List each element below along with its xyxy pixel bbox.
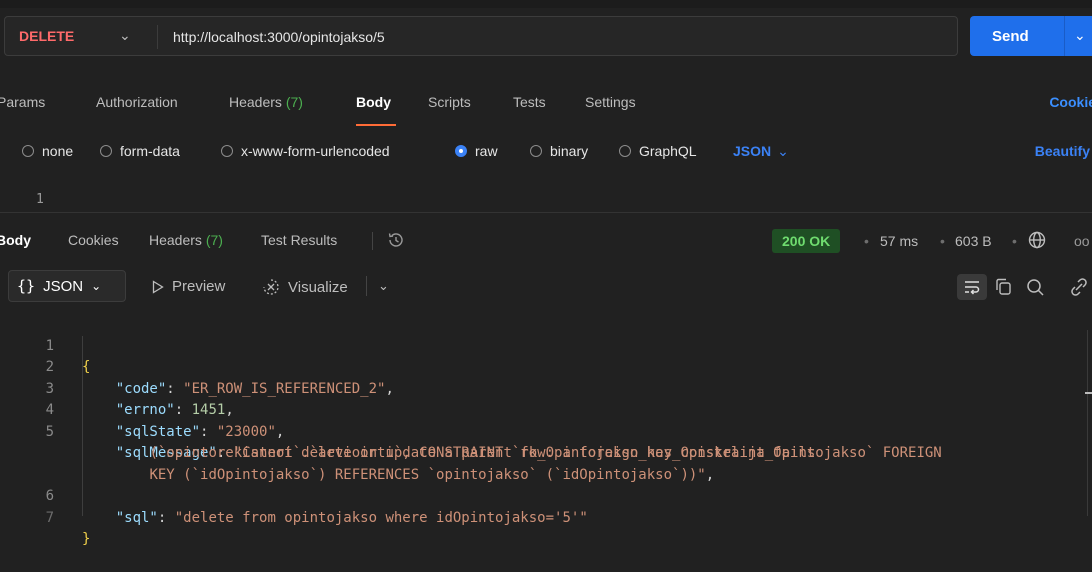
braces-icon: {} bbox=[17, 277, 36, 295]
radio-graphql[interactable]: GraphQL bbox=[619, 143, 697, 159]
radio-label: form-data bbox=[120, 143, 180, 159]
chevron-down-icon[interactable]: ⌄ bbox=[378, 278, 389, 294]
globe-icon[interactable] bbox=[1027, 230, 1047, 250]
tab-scripts[interactable]: Scripts bbox=[428, 94, 471, 110]
headers-count: (7) bbox=[205, 232, 223, 248]
radio-circle bbox=[22, 145, 34, 157]
response-format-select[interactable]: {} JSON ⌄ bbox=[8, 270, 126, 302]
tab-headers[interactable]: Headers (7) bbox=[229, 94, 303, 110]
separator-dot: • bbox=[864, 233, 869, 249]
history-icon[interactable] bbox=[386, 230, 406, 250]
tab-body[interactable]: Body bbox=[356, 94, 391, 110]
scrollbar-track[interactable] bbox=[1087, 330, 1088, 516]
tab-headers-label: Headers bbox=[229, 94, 282, 110]
separator-dot: • bbox=[1012, 233, 1017, 249]
code-text: "sql": "delete from opintojakso where id… bbox=[115, 509, 588, 526]
radio-circle bbox=[619, 145, 631, 157]
divider bbox=[157, 25, 158, 49]
close-brace: } bbox=[82, 531, 91, 547]
request-url-bar: DELETE ⌄ bbox=[4, 16, 958, 56]
line-number: 7 bbox=[45, 509, 54, 526]
chevron-down-icon: ⌄ bbox=[777, 143, 789, 159]
wrap-lines-button[interactable] bbox=[957, 274, 987, 300]
tab-test-results[interactable]: Test Results bbox=[261, 232, 337, 248]
radio-circle bbox=[100, 145, 112, 157]
window-top-strip bbox=[0, 0, 1092, 8]
tab-response-body[interactable]: Body bbox=[0, 232, 31, 248]
response-tabs: Body Cookies Headers (7) Test Results bbox=[0, 232, 1092, 254]
code-line: 5 "sqlMessage": "Cannot delete or update… bbox=[0, 400, 1092, 462]
cookies-link[interactable]: Cookie bbox=[1049, 94, 1092, 110]
play-icon bbox=[152, 279, 164, 294]
scrollbar-marker bbox=[1085, 392, 1092, 394]
chevron-down-icon: ⌄ bbox=[91, 279, 102, 293]
request-tabs: Params Authorization Headers (7) Body Sc… bbox=[0, 94, 1092, 126]
divider bbox=[372, 232, 373, 250]
code-line: 4 "sqlState": "23000", bbox=[0, 379, 1092, 440]
method-select[interactable]: DELETE bbox=[19, 28, 74, 44]
tab-authorization[interactable]: Authorization bbox=[96, 94, 178, 110]
code-line: 7 } bbox=[0, 486, 1092, 548]
separator-dot: • bbox=[940, 233, 945, 249]
chevron-down-icon[interactable]: ⌄ bbox=[119, 27, 131, 44]
response-format-label: JSON bbox=[43, 277, 84, 295]
divider bbox=[1064, 16, 1065, 56]
body-format-select[interactable]: JSON ⌄ bbox=[733, 143, 789, 160]
tab-response-cookies[interactable]: Cookies bbox=[68, 232, 119, 248]
copy-icon[interactable] bbox=[993, 276, 1015, 298]
tab-tests[interactable]: Tests bbox=[513, 94, 546, 110]
beautify-button[interactable]: Beautify bbox=[1035, 143, 1090, 159]
active-tab-indicator bbox=[356, 124, 396, 126]
radio-label: x-www-form-urlencoded bbox=[241, 143, 390, 159]
radio-circle bbox=[530, 145, 542, 157]
radio-circle-checked bbox=[455, 145, 467, 157]
response-size[interactable]: 603 B bbox=[955, 233, 992, 249]
code-line: 2 "code": "ER_ROW_IS_REFERENCED_2", bbox=[0, 336, 1092, 397]
radio-label: binary bbox=[550, 143, 589, 159]
code-line-wrapped: KEY (`idOpintojakso`) REFERENCES `opinto… bbox=[0, 443, 1092, 483]
radio-raw[interactable]: raw bbox=[455, 143, 498, 159]
body-type-options: none form-data x-www-form-urlencoded raw… bbox=[0, 143, 1092, 165]
radio-form-data[interactable]: form-data bbox=[100, 143, 180, 159]
preview-button[interactable]: Preview bbox=[152, 278, 225, 295]
tab-response-headers-label: Headers bbox=[149, 232, 202, 248]
editor-divider[interactable] bbox=[0, 212, 1092, 213]
visualize-icon bbox=[263, 279, 279, 295]
radio-label: GraphQL bbox=[639, 143, 697, 159]
tab-params[interactable]: Params bbox=[0, 94, 45, 110]
link-icon[interactable] bbox=[1068, 276, 1090, 298]
response-body-editor[interactable]: 1 { 2 "code": "ER_ROW_IS_REFERENCED_2", … bbox=[0, 314, 1092, 548]
radio-label: none bbox=[42, 143, 74, 159]
url-input[interactable] bbox=[173, 26, 933, 48]
json-key: "sql" bbox=[115, 509, 158, 526]
tab-settings[interactable]: Settings bbox=[585, 94, 636, 110]
chevron-down-icon[interactable]: ⌄ bbox=[1074, 27, 1086, 44]
radio-urlencoded[interactable]: x-www-form-urlencoded bbox=[221, 143, 390, 159]
preview-label: Preview bbox=[172, 278, 226, 295]
divider bbox=[366, 276, 367, 296]
visualize-button[interactable]: Visualize bbox=[262, 278, 348, 296]
code-line: 3 "errno": 1451, bbox=[0, 357, 1092, 419]
more-options-icon[interactable]: oo bbox=[1074, 233, 1090, 249]
code-line: 6 "sql": "delete from opintojakso where … bbox=[0, 465, 1092, 526]
status-badge[interactable]: 200 OK bbox=[772, 229, 841, 253]
code-line-wrapped: (`opintorekisteri`.`arviointi`, CONSTRAI… bbox=[0, 422, 1092, 461]
radio-binary[interactable]: binary bbox=[530, 143, 588, 159]
headers-count: (7) bbox=[285, 94, 303, 110]
send-label: Send bbox=[992, 27, 1029, 45]
response-time[interactable]: 57 ms bbox=[880, 233, 918, 249]
line-number: 1 bbox=[36, 192, 44, 207]
send-button[interactable]: Send ⌄ bbox=[970, 16, 1092, 56]
search-icon[interactable] bbox=[1024, 276, 1046, 298]
tab-response-headers[interactable]: Headers (7) bbox=[149, 232, 223, 248]
radio-none[interactable]: none bbox=[22, 143, 73, 159]
code-line: 1 { bbox=[0, 314, 1092, 376]
wrap-lines-icon bbox=[965, 281, 980, 295]
radio-circle bbox=[221, 145, 233, 157]
json-string: "delete from opintojakso where idOpintoj… bbox=[174, 509, 588, 526]
body-format-label: JSON bbox=[733, 143, 772, 159]
visualize-label: Visualize bbox=[288, 278, 348, 296]
radio-label: raw bbox=[475, 143, 498, 159]
